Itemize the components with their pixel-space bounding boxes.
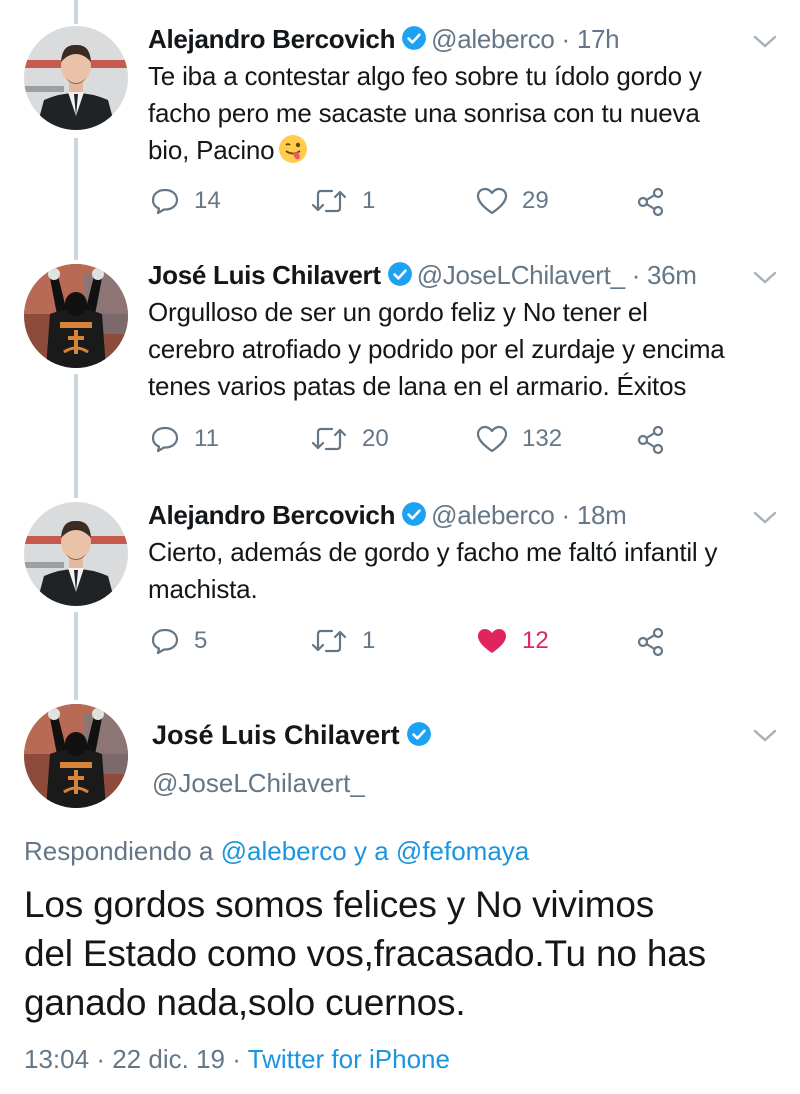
tweet-time[interactable]: 36m: [647, 260, 697, 290]
separator-dot: ·: [631, 260, 641, 290]
tweet-text: Orgulloso de ser un gordo feliz y No ten…: [148, 294, 788, 405]
replying-to: Respondiendo a @aleberco y a @fefomaya: [24, 836, 529, 867]
share-button[interactable]: [636, 186, 680, 218]
tweet-header: José Luis Chilavert @JoseLChilavert_ · 36…: [148, 260, 697, 294]
tweet-text-line: machista.: [148, 574, 258, 604]
like-button[interactable]: 12: [476, 626, 549, 656]
tweet-text-line: cerebro atrofiado y podrido por el zurda…: [148, 334, 725, 364]
tweet-text-line: ganado nada,solo cuernos.: [24, 982, 466, 1023]
replying-and: y a: [354, 836, 389, 866]
retweet-button[interactable]: 1: [310, 626, 375, 656]
display-name[interactable]: Alejandro Bercovich: [148, 24, 395, 54]
verified-badge-icon: [401, 501, 427, 534]
chevron-down-icon[interactable]: [752, 270, 778, 286]
mention-link[interactable]: @fefomaya: [396, 836, 529, 866]
retweet-icon: [311, 427, 347, 451]
retweet-button[interactable]: 20: [310, 424, 389, 454]
tweet-actions: 14 1 29: [150, 186, 710, 220]
chevron-down-icon[interactable]: [752, 510, 778, 526]
share-icon: [637, 627, 664, 657]
reply-icon: [151, 628, 179, 655]
like-button[interactable]: 132: [476, 424, 562, 454]
tweet-date: 22 dic. 19: [112, 1044, 225, 1074]
tweet-text-line: Los gordos somos felices y No vivimos: [24, 884, 655, 925]
heart-icon: [476, 187, 508, 215]
like-count: 132: [522, 425, 563, 452]
heart-icon: [476, 425, 508, 453]
user-handle[interactable]: @JoseLChilavert_: [417, 260, 625, 290]
verified-badge-icon: [401, 25, 427, 58]
retweet-count: 20: [362, 425, 389, 452]
tweet-text-line: Cierto, además de gordo y facho me faltó…: [148, 537, 718, 567]
retweet-count: 1: [362, 187, 376, 214]
tweet-time[interactable]: 18m: [577, 500, 627, 530]
share-icon: [637, 187, 664, 217]
client-link[interactable]: Twitter for iPhone: [248, 1044, 450, 1074]
verified-badge-icon: [387, 261, 413, 294]
tweet-text-line: Te iba a contestar algo feo sobre tu ído…: [148, 61, 702, 91]
like-count: 29: [522, 187, 549, 214]
display-name[interactable]: José Luis Chilavert: [148, 260, 381, 290]
tweet-text-line: facho pero me sacaste una sonrisa con tu…: [148, 98, 700, 128]
reply-button[interactable]: 14: [150, 186, 221, 216]
tweet-text-line: Orgulloso de ser un gordo feliz y No ten…: [148, 297, 648, 327]
tweet-text: Cierto, además de gordo y facho me faltó…: [148, 534, 788, 608]
avatar[interactable]: [24, 502, 128, 606]
avatar[interactable]: [24, 26, 128, 130]
reply-count: 11: [194, 425, 219, 452]
tweet-time[interactable]: 17h: [577, 24, 620, 54]
main-user-handle[interactable]: @JoseLChilavert_: [152, 768, 365, 799]
reply-button[interactable]: 11: [150, 424, 219, 454]
separator-dot: ·: [561, 500, 571, 530]
avatar[interactable]: [24, 704, 128, 808]
reply-count: 14: [194, 187, 221, 214]
share-icon: [637, 425, 664, 455]
retweet-count: 1: [362, 627, 376, 654]
chevron-down-icon[interactable]: [752, 34, 778, 50]
tweet-meta: 13:04 · 22 dic. 19 · Twitter for iPhone: [24, 1044, 450, 1075]
like-count: 12: [522, 627, 549, 654]
chevron-down-icon[interactable]: [752, 728, 778, 744]
tweet-header: Alejandro Bercovich @aleberco · 18m: [148, 500, 627, 534]
tweet-text: Te iba a contestar algo feo sobre tu ído…: [148, 58, 788, 174]
avatar[interactable]: [24, 264, 128, 368]
display-name[interactable]: Alejandro Bercovich: [148, 500, 395, 530]
thread-line: [74, 612, 78, 700]
tweet-actions: 11 20 132: [150, 424, 710, 458]
tweet-header: Alejandro Bercovich @aleberco · 17h: [148, 24, 620, 58]
tweet-timestamp: 13:04: [24, 1044, 90, 1074]
reply-button[interactable]: 5: [150, 626, 207, 656]
share-button[interactable]: [636, 424, 680, 456]
thread-line: [74, 0, 78, 24]
like-button[interactable]: 29: [476, 186, 549, 216]
retweet-icon: [311, 189, 347, 213]
reply-count: 5: [194, 627, 208, 654]
retweet-button[interactable]: 1: [310, 186, 375, 216]
share-button[interactable]: [636, 626, 680, 658]
verified-badge-icon: [406, 721, 432, 754]
thread-line: [74, 138, 78, 260]
separator-dot: ·: [561, 24, 571, 54]
tweet-text-line: bio, Pacino: [148, 135, 275, 165]
tweet-text-line: tenes varios patas de lana en el armario…: [148, 371, 687, 401]
display-name[interactable]: José Luis Chilavert: [152, 720, 400, 750]
heart-filled-icon: [478, 629, 506, 653]
replying-to-label: Respondiendo a: [24, 836, 214, 866]
main-tweet-text: Los gordos somos felices y No vivimos de…: [24, 880, 784, 1027]
reply-icon: [151, 426, 179, 453]
winking-face-with-tongue-icon: [278, 134, 308, 174]
tweet-actions: 5 1 12: [150, 626, 710, 660]
reply-icon: [151, 188, 179, 215]
user-handle[interactable]: @aleberco: [431, 24, 555, 54]
main-display-name[interactable]: José Luis Chilavert: [152, 720, 436, 754]
thread-line: [74, 374, 78, 498]
retweet-icon: [311, 629, 347, 653]
tweet-text-line: del Estado como vos,fracasado.Tu no has: [24, 933, 706, 974]
mention-link[interactable]: @aleberco: [221, 836, 347, 866]
separator-dot: ·: [232, 1044, 241, 1074]
user-handle[interactable]: @aleberco: [431, 500, 555, 530]
separator-dot: ·: [96, 1044, 105, 1074]
